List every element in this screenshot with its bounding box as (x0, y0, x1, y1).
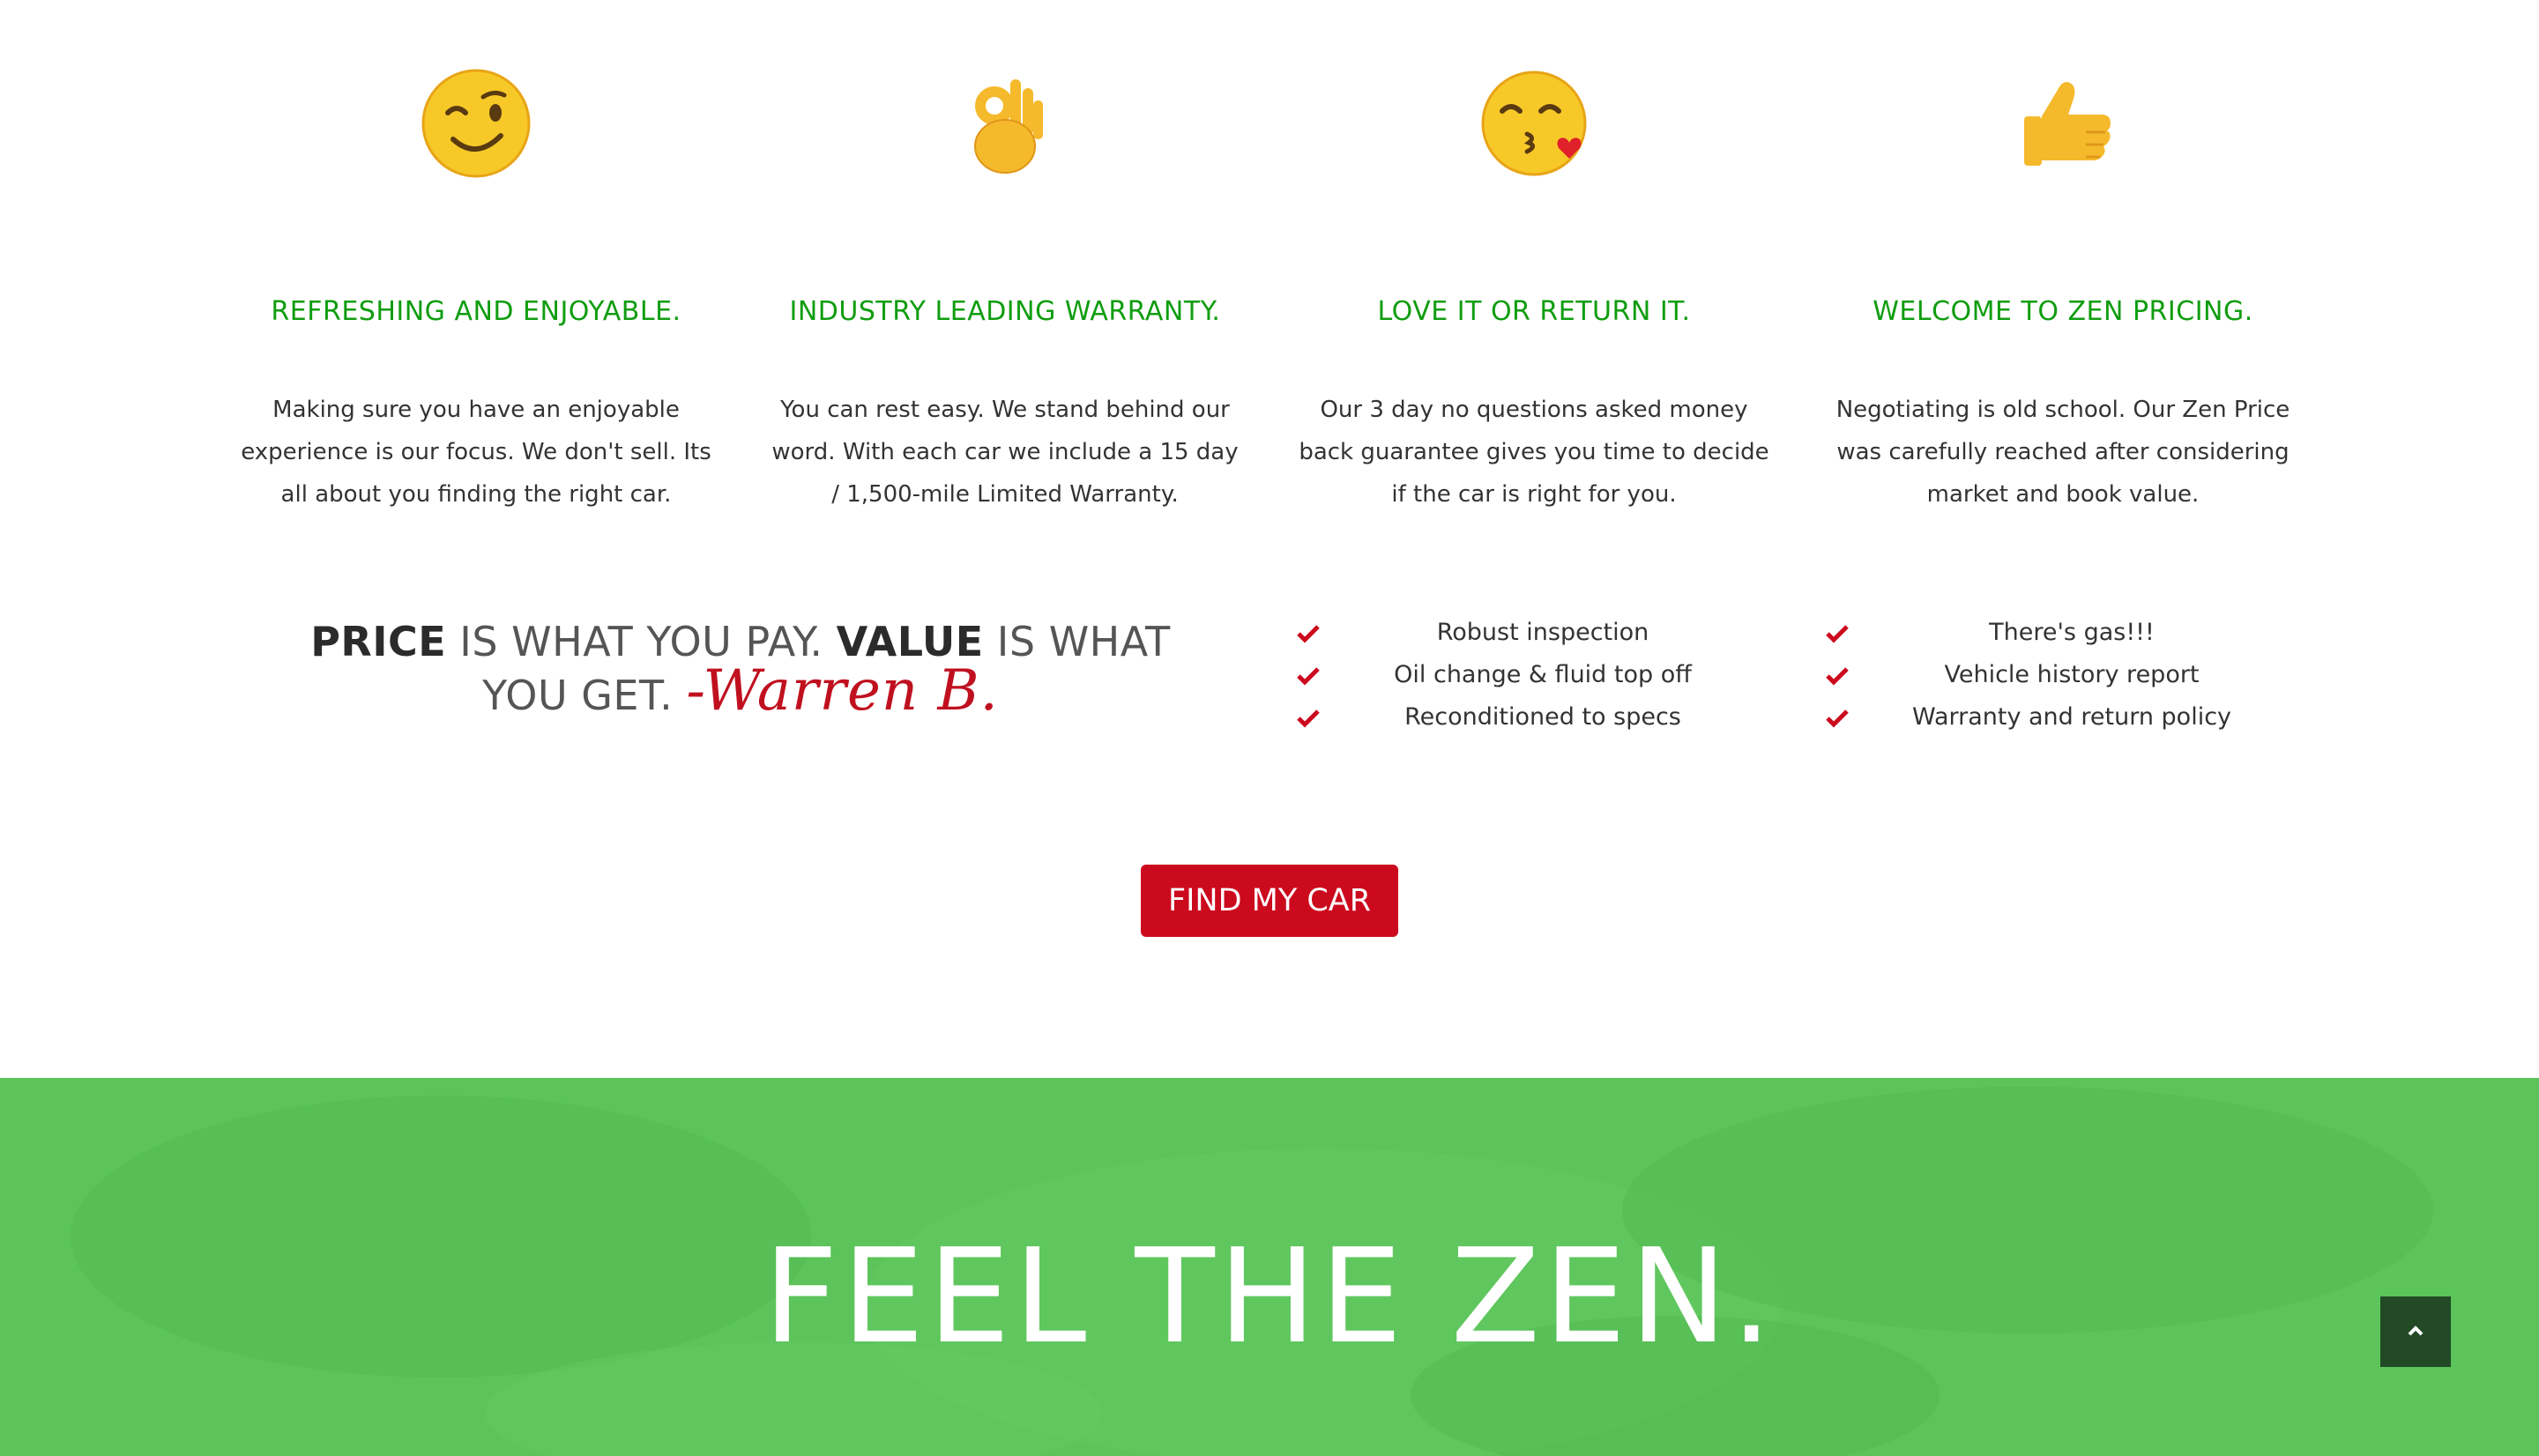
list-item: Robust inspection (1296, 612, 1790, 654)
check-icon (1826, 709, 1849, 728)
check-icon (1826, 625, 1849, 643)
list-item: Reconditioned to specs (1296, 696, 1790, 739)
quote-signature: -Warren B. (686, 658, 999, 724)
feature-return: LOVE IT OR RETURN IT. Our 3 day no quest… (1287, 62, 1781, 516)
chevron-up-icon (2408, 1326, 2424, 1336)
check-icon (1297, 625, 1320, 643)
checklist-label: Warranty and return policy (1911, 703, 2232, 731)
checklist-label: Vehicle history report (1944, 661, 2200, 688)
feature-text: Making sure you have an enjoyable experi… (241, 397, 711, 508)
checklist-label: Robust inspection (1436, 619, 1649, 646)
back-to-top-button[interactable] (2380, 1296, 2451, 1367)
banner-title: FEEL THE ZEN. (763, 1221, 1776, 1372)
check-icon (1297, 709, 1320, 728)
list-item: Oil change & fluid top off (1296, 654, 1790, 696)
feature-title: REFRESHING AND ENJOYABLE. (271, 296, 681, 327)
checklist-left: Robust inspection Oil change & fluid top… (1296, 612, 1790, 739)
features-section: REFRESHING AND ENJOYABLE. Making sure yo… (0, 62, 2539, 520)
checklist-label: Reconditioned to specs (1404, 703, 1681, 731)
feature-text: Negotiating is old school. Our Zen Price… (1835, 397, 2290, 508)
ok-hand-icon (974, 79, 1043, 174)
list-item: Warranty and return policy (1825, 696, 2319, 739)
feature-title: LOVE IT OR RETURN IT. (1377, 296, 1691, 327)
check-icon (1826, 667, 1849, 686)
feature-text: You can rest easy. We stand behind our w… (771, 397, 1239, 508)
feel-the-zen-banner: FEEL THE ZEN. (0, 1078, 2539, 1456)
checklist-label: Oil change & fluid top off (1394, 661, 1692, 688)
winking-face-icon (421, 69, 531, 178)
kissing-face-icon (1481, 71, 1587, 176)
feature-title: INDUSTRY LEADING WARRANTY. (789, 296, 1221, 327)
check-icon (1297, 667, 1320, 686)
feature-text: Our 3 day no questions asked money back … (1299, 397, 1769, 508)
feature-warranty: INDUSTRY LEADING WARRANTY. You can rest … (758, 62, 1252, 516)
feature-refreshing: REFRESHING AND ENJOYABLE. Making sure yo… (229, 62, 723, 516)
quote-word-price: PRICE (310, 618, 447, 665)
value-quote: PRICE IS WHAT YOU PAY. VALUE IS WHAT YOU… (264, 617, 1217, 720)
checklist-right: There's gas!!! Vehicle history report Wa… (1825, 612, 2319, 739)
thumbs-up-icon (2024, 82, 2111, 166)
list-item: There's gas!!! (1825, 612, 2319, 654)
checklist-label: There's gas!!! (1989, 619, 2155, 646)
feature-title: WELCOME TO ZEN PRICING. (1873, 296, 2253, 327)
feature-pricing: WELCOME TO ZEN PRICING. Negotiating is o… (1816, 62, 2310, 516)
find-my-car-button[interactable]: FIND MY CAR (1141, 865, 1398, 937)
list-item: Vehicle history report (1825, 654, 2319, 696)
